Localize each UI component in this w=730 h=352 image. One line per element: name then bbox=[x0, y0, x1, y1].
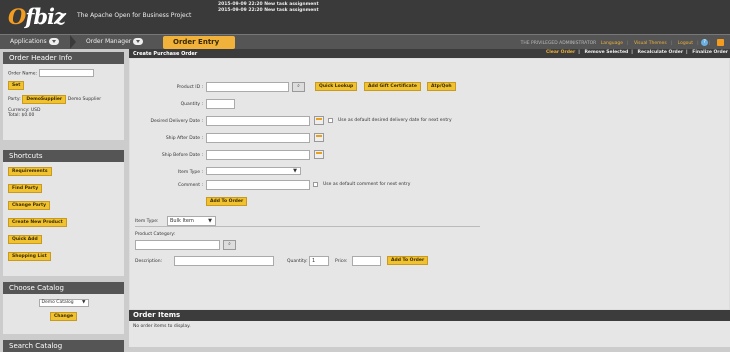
product-category-input[interactable] bbox=[135, 240, 220, 250]
main-content: Create Purchase Order Clear Order | Remov… bbox=[129, 49, 730, 347]
default-comment-note: Use as default comment for next entry bbox=[323, 182, 411, 187]
choose-catalog-title: Choose Catalog bbox=[3, 282, 124, 294]
shortcut-find-party[interactable]: Find Party bbox=[8, 184, 43, 193]
calendar-icon[interactable] bbox=[314, 116, 324, 125]
chevron-down-icon bbox=[48, 38, 59, 45]
desired-delivery-label: Desired Delivery Date : bbox=[150, 119, 203, 124]
default-delivery-note: Use as default desired delivery date for… bbox=[338, 118, 452, 123]
logout-link[interactable]: Logout bbox=[678, 41, 693, 46]
page-title: Create Purchase Order bbox=[133, 51, 198, 57]
shortcut-change-party[interactable]: Change Party bbox=[8, 201, 51, 210]
bulk-add-to-order-button[interactable]: Add To Order bbox=[387, 256, 429, 265]
visual-themes-link[interactable]: Visual Themes bbox=[634, 41, 667, 46]
choose-catalog: Choose Catalog Demo Catalog ▼ Change bbox=[3, 282, 124, 334]
order-items-empty: No order items to display. bbox=[133, 324, 191, 329]
app-navbar: Applications Order Manager Order Entry T… bbox=[0, 34, 730, 49]
ofbiz-logo[interactable]: Ofbiz bbox=[8, 4, 66, 29]
shortcut-requirements[interactable]: Requirements bbox=[8, 167, 52, 176]
add-item-form: Product ID : ⌕ Quick Lookup Add Gift Cer… bbox=[129, 58, 730, 310]
sidebar: Order Header Info Order Name: Set Party:… bbox=[0, 49, 127, 352]
chevron-down-icon: ▼ bbox=[293, 168, 297, 174]
comment-label: Comment : bbox=[178, 183, 203, 188]
calendar-icon[interactable] bbox=[314, 133, 324, 142]
breadcrumb-separator bbox=[70, 35, 76, 49]
search-catalog: Search Catalog bbox=[3, 340, 124, 352]
chevron-down-icon: ▼ bbox=[208, 218, 212, 224]
search-catalog-title: Search Catalog bbox=[3, 340, 124, 352]
order-header-info: Order Header Info Order Name: Set Party:… bbox=[3, 52, 124, 140]
add-gift-certificate-button[interactable]: Add Gift Certificate bbox=[364, 82, 421, 91]
price-input[interactable] bbox=[352, 256, 381, 266]
comment-input[interactable] bbox=[206, 180, 310, 190]
ship-after-input[interactable] bbox=[206, 133, 310, 143]
item-type-select[interactable]: ▼ bbox=[206, 167, 301, 175]
shortcuts: Shortcuts Requirements Find Party Change… bbox=[3, 150, 124, 276]
order-entry-tab[interactable]: Order Entry bbox=[163, 36, 235, 49]
desired-delivery-input[interactable] bbox=[206, 116, 310, 126]
language-link[interactable]: Language bbox=[601, 41, 623, 46]
bulk-item-type-select[interactable]: Bulk Item ▼ bbox=[167, 216, 216, 226]
header-links: THE PRIVILEGED ADMINISTRATOR Language | V… bbox=[521, 39, 724, 46]
quantity-label: Quantity : bbox=[180, 102, 203, 107]
party-name: Demo Supplier bbox=[67, 97, 102, 102]
order-items-title: Order Items bbox=[129, 310, 730, 321]
order-name-input[interactable] bbox=[38, 69, 94, 77]
ship-after-label: Ship After Date : bbox=[165, 136, 203, 141]
bulk-item-type-label: Item Type: bbox=[135, 219, 159, 224]
quantity-input[interactable] bbox=[206, 99, 235, 109]
bulk-quantity-label: Quantity: bbox=[287, 259, 308, 264]
shortcut-shopping-list[interactable]: Shopping List bbox=[8, 252, 51, 261]
item-type-label: Item Type : bbox=[178, 170, 203, 175]
shortcut-quick-add[interactable]: Quick Add bbox=[8, 235, 42, 244]
chevron-down-icon bbox=[133, 38, 144, 45]
description-label: Description: bbox=[135, 259, 163, 264]
set-button[interactable]: Set bbox=[8, 81, 25, 90]
recalculate-order-link[interactable]: Recalculate Order bbox=[638, 50, 684, 55]
ship-before-label: Ship Before Date : bbox=[161, 153, 203, 158]
applications-menu[interactable]: Applications bbox=[10, 38, 59, 45]
clear-order-link[interactable]: Clear Order bbox=[546, 50, 575, 55]
finalize-order-link[interactable]: Finalize Order bbox=[692, 50, 728, 55]
atp-qoh-button[interactable]: Atp/Qoh bbox=[427, 82, 456, 91]
party-label: Party: bbox=[8, 97, 21, 102]
default-comment-checkbox[interactable] bbox=[313, 182, 318, 187]
order-header-title: Order Header Info bbox=[3, 52, 124, 64]
order-name-label: Order Name: bbox=[8, 71, 38, 77]
product-id-label: Product ID : bbox=[176, 85, 203, 90]
order-actions: Clear Order | Remove Selected | Recalculat… bbox=[545, 50, 728, 55]
order-manager-menu[interactable]: Order Manager bbox=[86, 38, 144, 45]
create-order-header: Create Purchase Order Clear Order | Remov… bbox=[129, 49, 730, 58]
bulk-quantity-input[interactable]: 1 bbox=[309, 256, 329, 266]
product-id-input[interactable] bbox=[206, 82, 289, 92]
lookup-icon[interactable]: ⌕ bbox=[292, 82, 305, 92]
tagline: The Apache Open for Business Project bbox=[77, 12, 192, 19]
default-delivery-checkbox[interactable] bbox=[328, 118, 333, 123]
chevron-down-icon: ▼ bbox=[82, 300, 86, 305]
shortcut-create-new-product[interactable]: Create New Product bbox=[8, 218, 67, 227]
price-label: Price: bbox=[335, 259, 348, 264]
calendar-icon[interactable] bbox=[314, 150, 324, 159]
ship-before-input[interactable] bbox=[206, 150, 310, 160]
party-button[interactable]: DemoSupplier bbox=[22, 95, 67, 104]
description-input[interactable] bbox=[174, 256, 274, 266]
ofbiz-small-icon[interactable] bbox=[717, 39, 724, 46]
catalog-select[interactable]: Demo Catalog ▼ bbox=[38, 299, 89, 307]
help-icon[interactable]: ? bbox=[701, 39, 709, 46]
user-name: THE PRIVILEGED ADMINISTRATOR bbox=[520, 41, 597, 46]
order-items: Order Items No order items to display. bbox=[129, 310, 730, 347]
divider bbox=[135, 226, 480, 227]
message-item[interactable]: 2015-09-09 22:20 New task assignment bbox=[218, 8, 319, 14]
remove-selected-link[interactable]: Remove Selected bbox=[584, 50, 628, 55]
quick-lookup-button[interactable]: Quick Lookup bbox=[315, 82, 358, 91]
lookup-icon[interactable]: ⌕ bbox=[223, 240, 236, 250]
total-text: Total: $0.00 bbox=[8, 113, 35, 118]
app-header: Ofbiz The Apache Open for Business Proje… bbox=[0, 0, 730, 34]
shortcuts-title: Shortcuts bbox=[3, 150, 124, 162]
product-category-label: Product Category: bbox=[135, 232, 176, 237]
change-catalog-button[interactable]: Change bbox=[49, 312, 78, 321]
message-list: 2015-09-09 22:20 New task assignment 201… bbox=[218, 2, 319, 14]
add-to-order-button[interactable]: Add To Order bbox=[206, 197, 248, 206]
